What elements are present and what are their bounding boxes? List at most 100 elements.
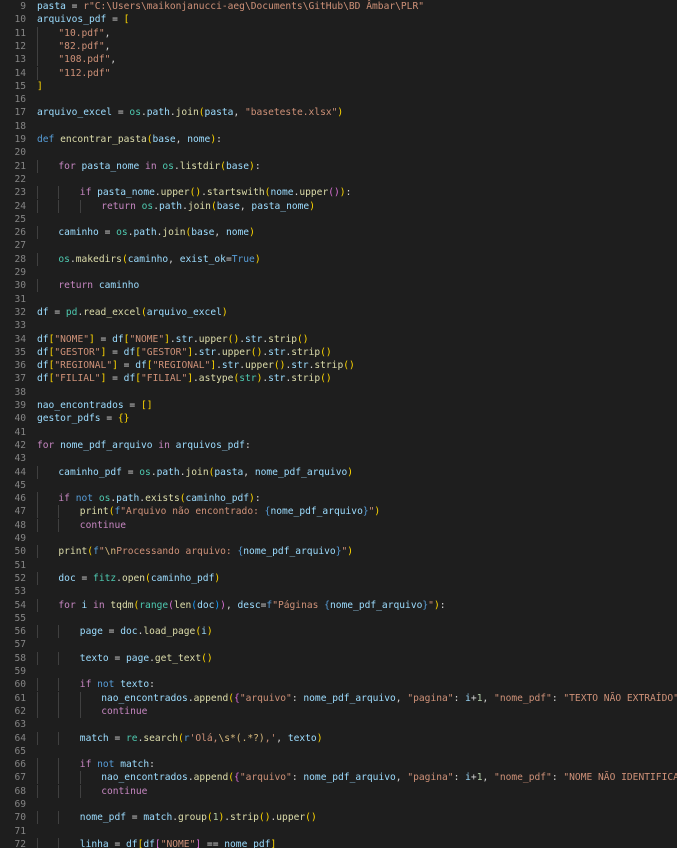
- code-text: continue: [37, 519, 126, 532]
- code-line[interactable]: 14 "112.pdf": [0, 66, 677, 80]
- code-line[interactable]: 67 nao_encontrados.append({"arquivo": nom…: [0, 771, 677, 785]
- code-line[interactable]: 21 for pasta_nome in os.listdir(base):: [0, 159, 677, 173]
- code-text: doc = fitz.open(caminho_pdf): [37, 572, 220, 585]
- code-line[interactable]: 16: [0, 93, 677, 106]
- code-text: page = doc.load_page(i): [37, 625, 213, 638]
- code-line[interactable]: 50 print(f"\nProcessando arquivo: {nome_p…: [0, 545, 677, 559]
- code-token: df: [37, 306, 49, 318]
- code-line[interactable]: 34 df["NOME"] = df["NOME"].str.upper().st…: [0, 333, 677, 346]
- code-line[interactable]: 49: [0, 532, 677, 545]
- indent-guide: [58, 811, 60, 825]
- code-token: base: [152, 134, 176, 145]
- code-line[interactable]: 24 return os.path.join(base, pasta_nome): [0, 199, 677, 213]
- code-token: upper: [276, 812, 306, 824]
- code-line[interactable]: 12 "82.pdf",: [0, 39, 677, 53]
- code-token: os: [58, 253, 70, 265]
- code-line[interactable]: 9 pasta = r"C:\Users\maikonjanucci-aeg\Do…: [0, 0, 677, 13]
- code-line[interactable]: 64 match = re.search(r'Olá,\s*(.*?),', te…: [0, 731, 677, 745]
- indent-guide: [37, 226, 38, 240]
- code-token: ]: [270, 838, 277, 848]
- code-token: df: [37, 373, 49, 385]
- code-text: if not match:: [37, 758, 155, 771]
- code-line[interactable]: 11 "10.pdf",: [0, 26, 677, 40]
- line-number: 70: [14, 812, 26, 824]
- code-line[interactable]: 62 continue: [0, 704, 677, 718]
- line-number: 56: [14, 626, 26, 638]
- code-line[interactable]: 26 caminho = os.path.join(base, nome): [0, 226, 677, 240]
- indent-guide: [37, 505, 38, 519]
- code-line[interactable]: 46 if not os.path.exists(caminho_pdf):: [0, 492, 677, 506]
- code-line[interactable]: 42 for nome_pdf_arquivo in arquivos_pdf:: [0, 439, 677, 452]
- code-line[interactable]: 53: [0, 585, 677, 598]
- code-line[interactable]: 55: [0, 612, 677, 625]
- code-line[interactable]: 44 caminho_pdf = os.path.join(pasta, nome…: [0, 465, 677, 479]
- code-text: ]: [37, 80, 43, 93]
- code-line[interactable]: 35 df["GESTOR"] = df["GESTOR"].str.upper(…: [0, 346, 677, 359]
- code-line[interactable]: 17 arquivo_excel = os.path.join(pasta, "b…: [0, 106, 677, 119]
- code-line[interactable]: 58 texto = page.get_text(): [0, 651, 677, 665]
- code-line[interactable]: 25: [0, 213, 677, 226]
- code-line[interactable]: 30 return caminho: [0, 279, 677, 293]
- code-line[interactable]: 65: [0, 745, 677, 758]
- code-line[interactable]: 71: [0, 825, 677, 838]
- code-line[interactable]: 38: [0, 386, 677, 399]
- code-token: df: [123, 346, 136, 358]
- code-line[interactable]: 23 if pasta_nome.upper().startswith(nome.…: [0, 186, 677, 200]
- code-line[interactable]: 10 arquivos_pdf = [: [0, 13, 677, 26]
- code-text: match = re.search(r'Olá,\s*(.*?),', text…: [37, 732, 323, 745]
- code-text: nao_encontrados.append({"arquivo": nome_…: [37, 692, 677, 705]
- code-line[interactable]: 43: [0, 452, 677, 465]
- code-line[interactable]: 54 for i in tqdm(range(len(doc)), desc=f"…: [0, 598, 677, 612]
- code-line[interactable]: 66 if not match:: [0, 758, 677, 772]
- indent-guide: [37, 53, 38, 67]
- code-line[interactable]: 29: [0, 266, 677, 279]
- code-line[interactable]: 36 df["REGIONAL"] = df["REGIONAL"].str.up…: [0, 359, 677, 372]
- code-token: nao_encontrados: [37, 400, 124, 411]
- code-text: df["NOME"] = df["NOME"].str.upper().str.…: [37, 333, 309, 346]
- code-line[interactable]: 39 nao_encontrados = []: [0, 399, 677, 412]
- code-line[interactable]: 13 "108.pdf",: [0, 53, 677, 67]
- code-line[interactable]: 68 continue: [0, 784, 677, 798]
- code-line[interactable]: 28 os.makedirs(caminho, exist_ok=True): [0, 252, 677, 266]
- code-text: df = pd.read_excel(arquivo_excel): [37, 306, 228, 319]
- code-text: df["FILIAL"] = df["FILIAL"].astype(str).…: [37, 372, 332, 385]
- code-line[interactable]: 59: [0, 665, 677, 678]
- code-token: upper: [221, 346, 251, 358]
- code-line[interactable]: 61 nao_encontrados.append({"arquivo": nom…: [0, 691, 677, 705]
- code-line[interactable]: 40 gestor_pdfs = {}: [0, 412, 677, 425]
- code-line[interactable]: 48 continue: [0, 518, 677, 532]
- code-line[interactable]: 15]: [0, 80, 677, 93]
- code-line[interactable]: 32 df = pd.read_excel(arquivo_excel): [0, 306, 677, 319]
- code-token: exists: [145, 493, 180, 505]
- indent-guide: [37, 159, 38, 173]
- code-line[interactable]: 56 page = doc.load_page(i): [0, 625, 677, 639]
- code-line[interactable]: 57: [0, 638, 677, 651]
- code-line[interactable]: 60 if not texto:: [0, 678, 677, 692]
- code-line[interactable]: 69: [0, 798, 677, 811]
- code-line[interactable]: 41: [0, 426, 677, 439]
- code-line[interactable]: 72 linha = df[df["NOME"] == nome_pdf]: [0, 837, 677, 848]
- code-token: "NOME": [54, 333, 89, 345]
- code-editor[interactable]: 9 pasta = r"C:\Users\maikonjanucci-aeg\Do…: [0, 0, 677, 848]
- code-token: :: [439, 599, 446, 611]
- code-token: =: [106, 14, 124, 26]
- code-line[interactable]: 51: [0, 559, 677, 572]
- code-line[interactable]: 63: [0, 718, 677, 731]
- code-line[interactable]: 27: [0, 239, 677, 252]
- code-line[interactable]: 22: [0, 173, 677, 186]
- code-token: "NOME": [129, 333, 165, 345]
- code-token: strip: [291, 373, 321, 385]
- code-line[interactable]: 20: [0, 146, 677, 159]
- code-line[interactable]: 52 doc = fitz.open(caminho_pdf): [0, 571, 677, 585]
- code-line[interactable]: 47 print(f"Arquivo não encontrado: {nome_…: [0, 505, 677, 519]
- indent-guide: [58, 505, 60, 519]
- code-line[interactable]: 33: [0, 319, 677, 332]
- code-line[interactable]: 70 nome_pdf = match.group(1).strip().uppe…: [0, 811, 677, 825]
- code-line[interactable]: 37 df["FILIAL"] = df["FILIAL"].astype(str…: [0, 372, 677, 385]
- code-line[interactable]: 31: [0, 293, 677, 306]
- code-line[interactable]: 19 def encontrar_pasta(base, nome):: [0, 133, 677, 146]
- code-line[interactable]: 45: [0, 479, 677, 492]
- code-text: "10.pdf",: [37, 27, 110, 40]
- code-token: "REGIONAL": [54, 360, 113, 372]
- code-line[interactable]: 18: [0, 120, 677, 133]
